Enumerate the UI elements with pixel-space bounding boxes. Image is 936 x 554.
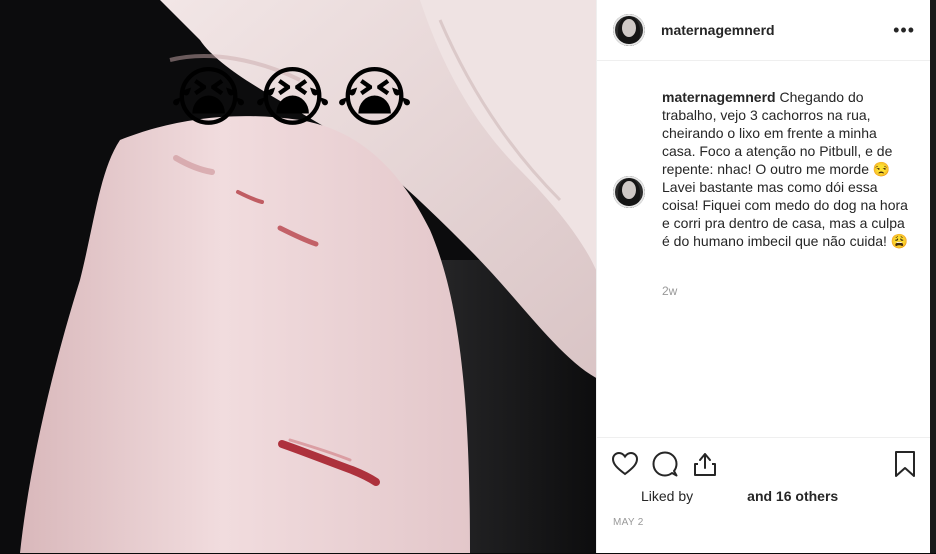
background-edge <box>930 0 936 553</box>
avatar[interactable] <box>613 14 645 46</box>
post-header: maternagemnerd ••• <box>597 0 931 61</box>
crying-face-emoji: 😭 <box>254 59 332 136</box>
post-date[interactable]: MAY 2 <box>613 517 644 528</box>
post-side-panel: maternagemnerd ••• maternagemnerd Chegan… <box>596 0 931 553</box>
more-options-icon[interactable]: ••• <box>893 20 915 41</box>
bookmark-icon[interactable] <box>891 450 919 478</box>
username-link[interactable]: maternagemnerd <box>661 22 775 38</box>
share-icon[interactable] <box>691 450 719 478</box>
time-ago[interactable]: 2w <box>662 284 677 298</box>
comment-icon[interactable] <box>651 450 679 478</box>
crying-face-emoji: 😭 <box>336 59 414 136</box>
likes-summary: Liked by and 16 others <box>641 488 838 504</box>
post-photo[interactable]: 😭 😭 😭 <box>0 0 596 553</box>
post-actions-section: Liked by and 16 others MAY 2 <box>597 437 931 554</box>
caption-body: Chegando do trabalho, vejo 3 cachorros n… <box>662 89 909 249</box>
avatar[interactable] <box>613 176 645 208</box>
crying-emoji-row: 😭 😭 😭 <box>170 58 420 138</box>
crying-face-emoji: 😭 <box>170 59 248 136</box>
action-icons-row <box>611 450 919 478</box>
caption-text: maternagemnerd Chegando do trabalho, vej… <box>662 88 910 250</box>
caption-username-link[interactable]: maternagemnerd <box>662 89 776 105</box>
heart-icon[interactable] <box>611 450 639 478</box>
liked-by-label: Liked by <box>641 488 694 504</box>
likes-others-link[interactable]: and 16 others <box>747 488 838 504</box>
